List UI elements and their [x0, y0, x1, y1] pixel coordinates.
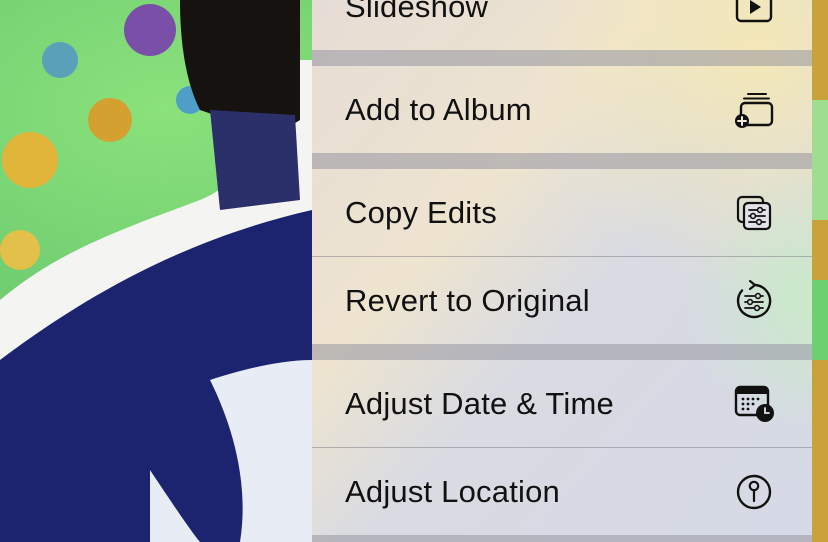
play-rectangle-icon: [734, 0, 774, 27]
menu-item-label: Adjust Date & Time: [345, 385, 614, 421]
menu-item-add-to-album[interactable]: Add to Album: [312, 66, 812, 153]
copy-edits-icon: [734, 193, 774, 233]
menu-group-separator: [312, 535, 812, 542]
menu-item-label: Copy Edits: [345, 194, 497, 230]
revert-icon: [734, 279, 774, 321]
menu-group-separator: [312, 50, 812, 66]
menu-group-separator: [312, 344, 812, 360]
menu-item-label: Adjust Location: [345, 473, 560, 509]
menu-item-revert-to-original[interactable]: Revert to Original: [312, 257, 812, 344]
add-to-album-icon: [734, 90, 774, 130]
menu-item-label: Slideshow: [345, 0, 489, 24]
calendar-clock-icon: [734, 384, 774, 424]
menu-group-separator: [312, 153, 812, 169]
context-menu: Slideshow Add to Album Copy Edits Revert…: [312, 0, 812, 542]
menu-item-label: Revert to Original: [345, 282, 590, 318]
menu-item-slideshow[interactable]: Slideshow: [312, 0, 812, 50]
menu-item-label: Add to Album: [345, 91, 532, 127]
menu-item-copy-edits[interactable]: Copy Edits: [312, 169, 812, 256]
menu-item-adjust-date-time[interactable]: Adjust Date & Time: [312, 360, 812, 447]
location-pin-icon: [734, 472, 774, 512]
menu-item-adjust-location[interactable]: Adjust Location: [312, 448, 812, 535]
